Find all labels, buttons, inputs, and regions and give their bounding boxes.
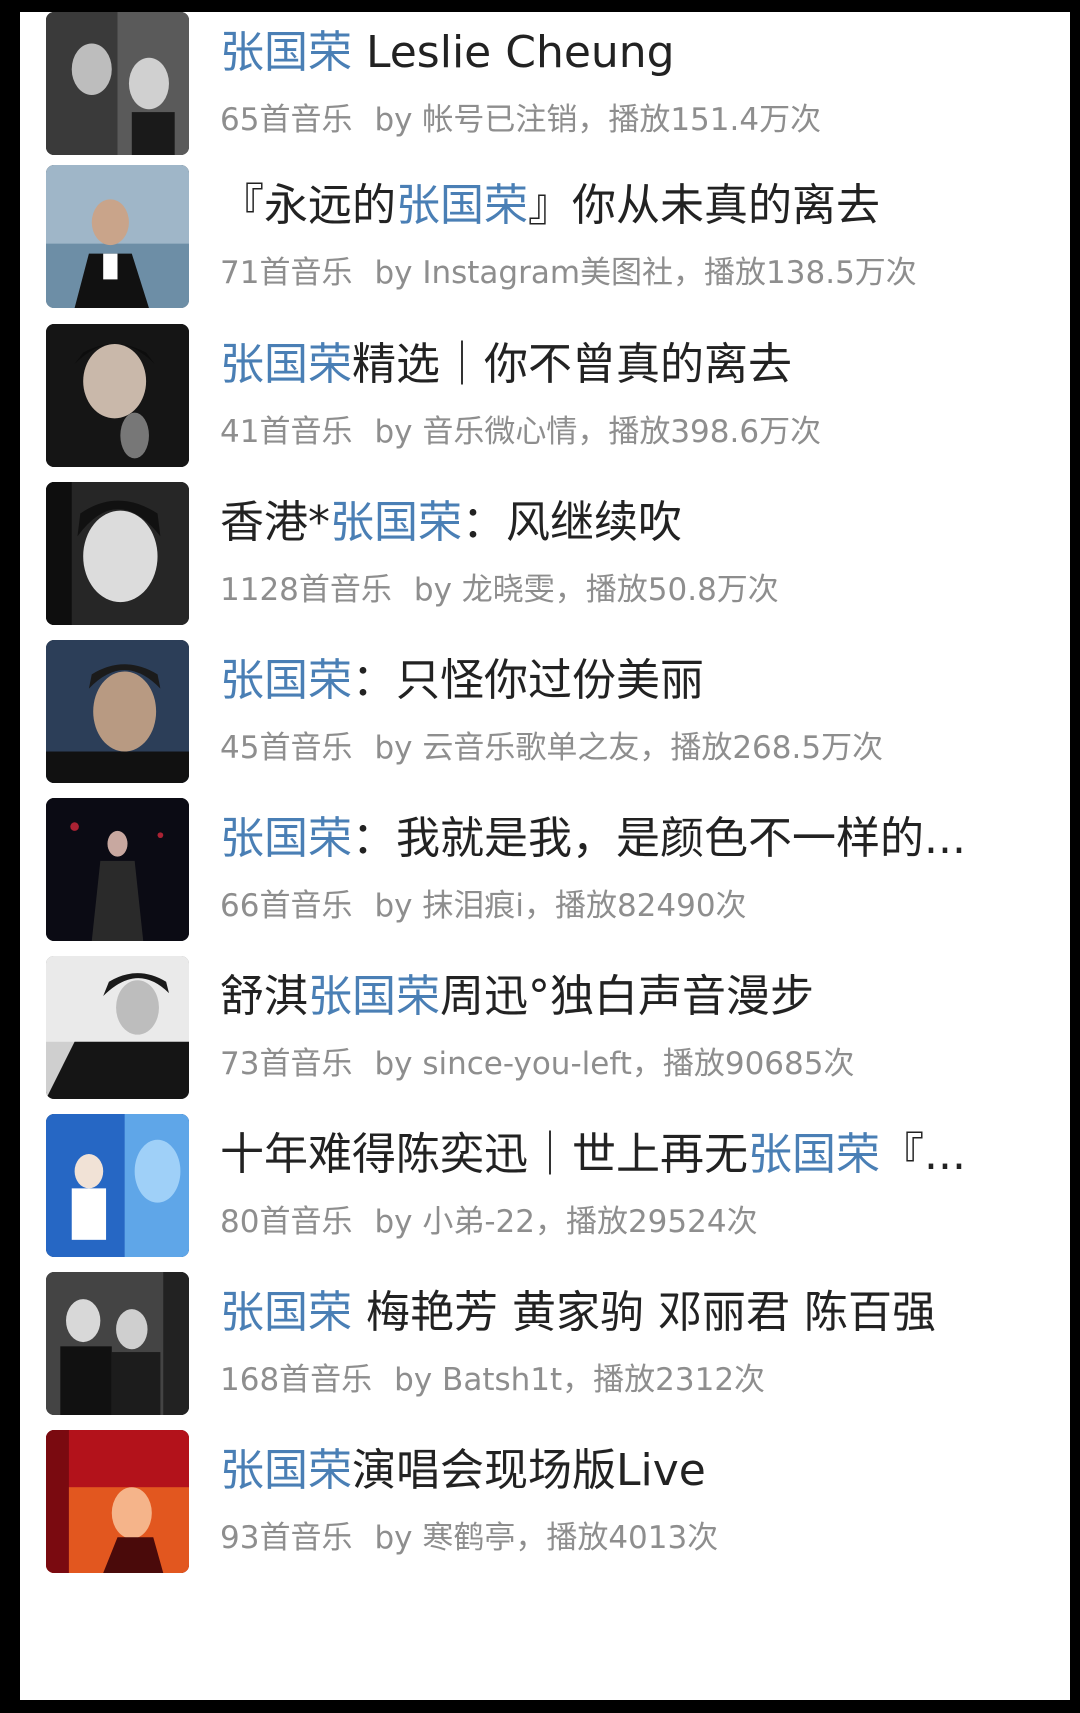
album-cover-6[interactable] — [46, 798, 189, 941]
title-text: Leslie Cheung — [352, 27, 675, 78]
title-text: 演唱会现场版Live — [352, 1445, 706, 1496]
playlist-title[interactable]: 香港*张国荣：风继续吹 — [220, 496, 1060, 550]
album-cover-8[interactable] — [46, 1114, 189, 1257]
track-count: 41首音乐 — [220, 414, 353, 450]
album-cover-7[interactable] — [46, 956, 189, 1099]
creator-and-plays: by 抹泪痕i，播放82490次 — [374, 888, 747, 924]
track-count: 66首音乐 — [220, 888, 353, 924]
track-count: 1128首音乐 — [220, 572, 392, 608]
playlist-meta: 80首音乐 by 小弟-22，播放29524次 — [220, 1202, 1060, 1242]
title-text: ：我就是我，是颜色不一样的... — [352, 813, 966, 864]
title-text: 周迅°独白声音漫步 — [440, 971, 814, 1022]
album-cover-3[interactable] — [46, 324, 189, 467]
playlist-item[interactable]: 张国荣：我就是我，是颜色不一样的... 66首音乐 by 抹泪痕i，播放82490次 — [20, 798, 1070, 971]
playlist-title[interactable]: 张国荣精选｜你不曾真的离去 — [220, 338, 1060, 392]
creator-and-plays: by 云音乐歌单之友，播放268.5万次 — [374, 730, 884, 766]
album-cover-1[interactable] — [46, 12, 189, 155]
playlist-meta: 65首音乐 by 帐号已注销，播放151.4万次 — [220, 100, 1060, 140]
title-highlight: 张国荣 — [220, 1445, 352, 1496]
creator-and-plays: by Instagram美图社，播放138.5万次 — [374, 255, 917, 291]
title-highlight: 张国荣 — [220, 655, 352, 706]
playlist-item[interactable]: 十年难得陈奕迅｜世上再无张国荣『... 80首音乐 by 小弟-22，播放29524… — [20, 1114, 1070, 1287]
creator-and-plays: by 龙晓雯，播放50.8万次 — [413, 572, 779, 608]
title-text: ：只怪你过份美丽 — [352, 655, 704, 706]
title-highlight: 张国荣 — [220, 813, 352, 864]
title-highlight: 张国荣 — [308, 971, 440, 1022]
playlist-item[interactable]: 舒淇张国荣周迅°独白声音漫步 73首音乐 by since-you-left，播放9… — [20, 956, 1070, 1129]
playlist-meta: 1128首音乐 by 龙晓雯，播放50.8万次 — [220, 570, 1060, 610]
playlist-title[interactable]: 张国荣 Leslie Cheung — [220, 26, 1060, 80]
playlist-item[interactable]: 张国荣：只怪你过份美丽 45首音乐 by 云音乐歌单之友，播放268.5万次 — [20, 640, 1070, 813]
title-text: 十年难得陈奕迅｜世上再无 — [220, 1129, 748, 1180]
playlist-meta: 66首音乐 by 抹泪痕i，播放82490次 — [220, 886, 1060, 926]
playlist-item[interactable]: 张国荣精选｜你不曾真的离去 41首音乐 by 音乐微心情，播放398.6万次 — [20, 324, 1070, 497]
track-count: 45首音乐 — [220, 730, 353, 766]
playlist-meta: 45首音乐 by 云音乐歌单之友，播放268.5万次 — [220, 728, 1060, 768]
album-cover-9[interactable] — [46, 1272, 189, 1415]
creator-and-plays: by 寒鹤亭，播放4013次 — [374, 1520, 719, 1556]
playlist-item[interactable]: 『永远的张国荣』你从未真的离去 71首音乐 by Instagram美图社，播放13… — [20, 165, 1070, 338]
creator-and-plays: by since-you-left，播放90685次 — [374, 1046, 855, 1082]
playlist-title[interactable]: 张国荣：我就是我，是颜色不一样的... — [220, 812, 1060, 866]
title-text: 梅艳芳 黄家驹 邓丽君 陈百强 — [352, 1287, 936, 1338]
playlist-title[interactable]: 张国荣：只怪你过份美丽 — [220, 654, 1060, 708]
title-text: 香港* — [220, 497, 330, 548]
track-count: 65首音乐 — [220, 102, 353, 138]
title-highlight: 张国荣 — [330, 497, 462, 548]
title-text: 』你从未真的离去 — [528, 180, 880, 231]
playlist-item[interactable]: 张国荣 Leslie Cheung 65首音乐 by 帐号已注销，播放151.4万次 — [20, 12, 1070, 185]
playlist-title[interactable]: 张国荣演唱会现场版Live — [220, 1444, 1060, 1498]
playlist-meta: 41首音乐 by 音乐微心情，播放398.6万次 — [220, 412, 1060, 452]
playlist-title[interactable]: 『永远的张国荣』你从未真的离去 — [220, 179, 1060, 233]
track-count: 80首音乐 — [220, 1204, 353, 1240]
title-text: 『永远的 — [220, 180, 396, 231]
creator-and-plays: by 帐号已注销，播放151.4万次 — [374, 102, 822, 138]
track-count: 71首音乐 — [220, 255, 353, 291]
track-count: 73首音乐 — [220, 1046, 353, 1082]
playlist-meta: 73首音乐 by since-you-left，播放90685次 — [220, 1044, 1060, 1084]
playlist-item[interactable]: 张国荣 梅艳芳 黄家驹 邓丽君 陈百强 168首音乐 by Batsh1t，播放23… — [20, 1272, 1070, 1445]
title-highlight: 张国荣 — [220, 27, 352, 78]
track-count: 168首音乐 — [220, 1362, 373, 1398]
playlist-title[interactable]: 十年难得陈奕迅｜世上再无张国荣『... — [220, 1128, 1060, 1182]
album-cover-4[interactable] — [46, 482, 189, 625]
title-text: 舒淇 — [220, 971, 308, 1022]
playlist-title[interactable]: 舒淇张国荣周迅°独白声音漫步 — [220, 970, 1060, 1024]
playlist-meta: 168首音乐 by Batsh1t，播放2312次 — [220, 1360, 1060, 1400]
title-highlight: 张国荣 — [220, 339, 352, 390]
title-highlight: 张国荣 — [220, 1287, 352, 1338]
album-cover-10[interactable] — [46, 1430, 189, 1573]
title-highlight: 张国荣 — [748, 1129, 880, 1180]
title-text: 精选｜你不曾真的离去 — [352, 339, 792, 390]
playlist-item[interactable]: 香港*张国荣：风继续吹 1128首音乐 by 龙晓雯，播放50.8万次 — [20, 482, 1070, 655]
playlist-meta: 71首音乐 by Instagram美图社，播放138.5万次 — [220, 253, 1060, 293]
title-highlight: 张国荣 — [396, 180, 528, 231]
album-cover-5[interactable] — [46, 640, 189, 783]
creator-and-plays: by Batsh1t，播放2312次 — [394, 1362, 766, 1398]
creator-and-plays: by 小弟-22，播放29524次 — [374, 1204, 758, 1240]
playlist-meta: 93首音乐 by 寒鹤亭，播放4013次 — [220, 1518, 1060, 1558]
playlist-item[interactable]: 张国荣演唱会现场版Live 93首音乐 by 寒鹤亭，播放4013次 — [20, 1430, 1070, 1603]
title-text: ：风继续吹 — [462, 497, 682, 548]
title-text: 『... — [880, 1129, 966, 1180]
playlist-results: 张国荣 Leslie Cheung 65首音乐 by 帐号已注销，播放151.4万次… — [20, 12, 1070, 1700]
playlist-title[interactable]: 张国荣 梅艳芳 黄家驹 邓丽君 陈百强 — [220, 1286, 1060, 1340]
track-count: 93首音乐 — [220, 1520, 353, 1556]
album-cover-2[interactable] — [46, 165, 189, 308]
creator-and-plays: by 音乐微心情，播放398.6万次 — [374, 414, 822, 450]
